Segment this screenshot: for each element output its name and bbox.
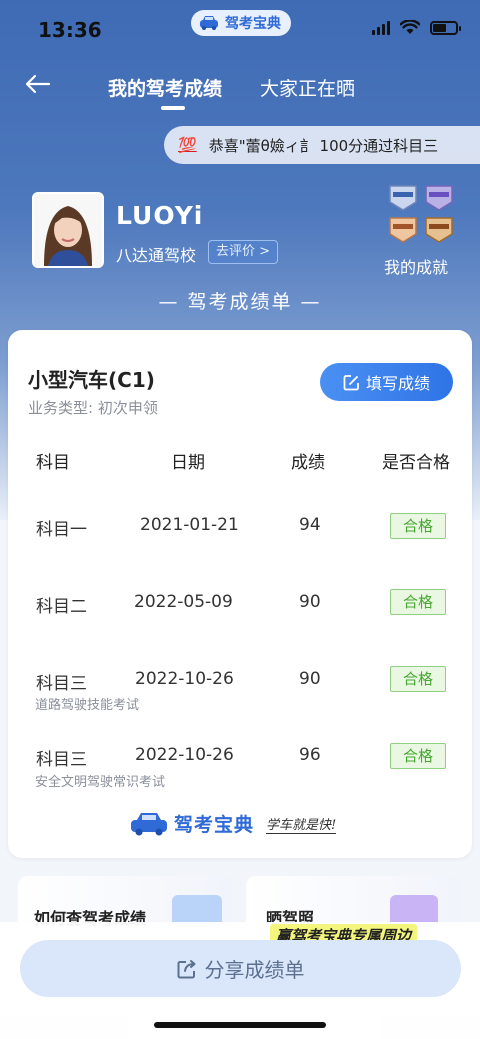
- score-card: 小型汽车(C1) 业务类型: 初次申领 填写成绩 科目 日期 成绩 是否合格 科…: [8, 330, 472, 858]
- row4-note: 安全文明驾驶常识考试: [35, 775, 166, 790]
- congrats-banner: 💯 恭喜"蕾θ嬐ィ訁 100分通过科目三: [164, 126, 480, 164]
- status-bar: 13:36 驾考宝典: [0, 0, 480, 60]
- row1-score: 94: [299, 515, 321, 535]
- tab-my-scores[interactable]: 我的驾考成绩: [108, 74, 222, 101]
- car-icon: [200, 16, 218, 30]
- app-pill: 驾考宝典: [191, 10, 291, 36]
- user-name: LUOYi: [116, 201, 204, 230]
- hundred-icon: 💯: [178, 136, 197, 154]
- row3-note: 道路驾驶技能考试: [35, 698, 140, 713]
- row2-score: 90: [299, 592, 321, 612]
- row2-subject: 科目二: [36, 597, 87, 617]
- brand-slogan: 学车就是快!: [266, 814, 337, 834]
- brand-name: 驾考宝典: [174, 814, 255, 836]
- row3-subject: 科目三: [36, 674, 87, 694]
- header-pass: 是否合格: [382, 453, 450, 473]
- row2-date: 2022-05-09: [134, 592, 233, 612]
- avatar: [32, 192, 104, 268]
- battery-icon: [430, 20, 461, 35]
- status-time: 13:36: [38, 18, 102, 42]
- review-button[interactable]: 去评价 >: [208, 240, 279, 264]
- fill-score-label: 填写成绩: [365, 374, 430, 393]
- edit-icon: [343, 374, 359, 390]
- license-type: 小型汽车(C1): [28, 368, 155, 392]
- signal-icon: [372, 20, 390, 35]
- app-pill-label: 驾考宝典: [225, 16, 281, 32]
- back-button[interactable]: [22, 68, 54, 100]
- system-icons: [372, 20, 461, 35]
- driving-school: 八达通驾校: [116, 246, 197, 265]
- header-date: 日期: [171, 453, 205, 473]
- home-indicator: [154, 1022, 326, 1028]
- header-subject: 科目: [36, 453, 70, 473]
- tab-indicator: [161, 106, 185, 110]
- share-icon: [177, 959, 195, 978]
- brand-logo: 驾考宝典 学车就是快!: [130, 810, 337, 837]
- fill-score-button[interactable]: 填写成绩: [320, 363, 453, 401]
- row3-score: 90: [299, 669, 321, 689]
- row4-score: 96: [299, 745, 321, 765]
- row1-pass-badge: 合格: [390, 513, 446, 539]
- row3-pass-badge: 合格: [390, 666, 446, 692]
- row4-subject: 科目三: [36, 750, 87, 770]
- business-type: 业务类型: 初次申领: [28, 399, 158, 417]
- tab-everyone-sharing[interactable]: 大家正在晒: [260, 74, 355, 101]
- banner-text: 恭喜"蕾θ嬐ィ訁 100分通过科目三: [208, 136, 439, 155]
- share-button[interactable]: 分享成绩单: [20, 940, 461, 997]
- score-sheet-title: — 驾考成绩单 —: [158, 291, 322, 313]
- avatar-photo: [34, 194, 102, 266]
- row4-date: 2022-10-26: [135, 745, 234, 765]
- row1-date: 2021-01-21: [140, 515, 239, 535]
- row1-subject: 科目一: [36, 520, 87, 540]
- row3-date: 2022-10-26: [135, 669, 234, 689]
- header-score: 成绩: [291, 453, 325, 473]
- achievement-badges[interactable]: [386, 182, 456, 246]
- medal-icon: [389, 185, 453, 243]
- wifi-icon: [400, 20, 420, 34]
- back-arrow-icon: [25, 74, 51, 94]
- achievements-label[interactable]: 我的成就: [384, 254, 448, 278]
- row4-pass-badge: 合格: [390, 743, 446, 769]
- row2-pass-badge: 合格: [390, 589, 446, 615]
- car-logo-icon: [131, 812, 167, 835]
- share-label: 分享成绩单: [204, 958, 305, 982]
